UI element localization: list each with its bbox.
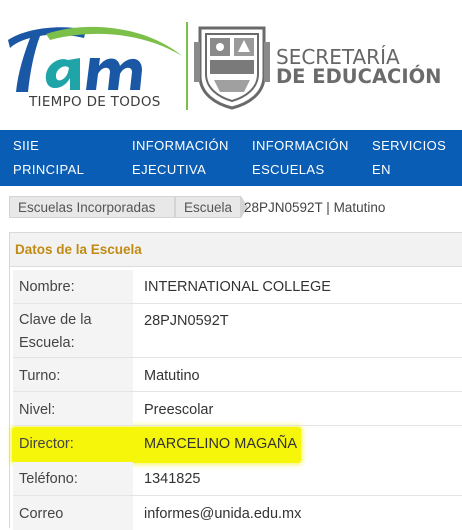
breadcrumb-escuelas-incorporadas[interactable]: Escuelas Incorporadas xyxy=(9,196,175,218)
row-label: Nombre: xyxy=(19,279,75,295)
site-header: TIEMPO DE TODOS SECRETARÍA DE EDUCACIÓN xyxy=(0,0,462,130)
table-row: Director: MARCELINO MAGAÑA xyxy=(10,426,462,460)
nav-item-servicios-en-linea[interactable]: SERVICIOS EN LÍNEA xyxy=(372,134,462,206)
department-subtitle: DE EDUCACIÓN xyxy=(276,65,442,88)
table-row: Nivel: Preescolar xyxy=(10,392,462,426)
nav-item-label: ESCUELAS xyxy=(252,162,325,177)
table-row: Clave de la Escuela: 28PJN0592T xyxy=(10,304,462,358)
row-label: Correo xyxy=(19,506,64,522)
row-label: Clave de la xyxy=(19,312,92,328)
row-value[interactable]: informes@unida.edu.mx xyxy=(144,503,301,526)
row-label: Turno: xyxy=(19,368,61,384)
row-label: Teléfono: xyxy=(19,471,78,487)
panel-title: Datos de la Escuela xyxy=(15,242,142,257)
panel-header: Datos de la Escuela xyxy=(10,233,462,267)
main-nav: SIIE PRINCIPAL INFORMACIÓN EJECUTIVA INF… xyxy=(0,130,462,201)
nav-item-label: SERVICIOS EN xyxy=(372,138,447,177)
table-row: Correo informes@unida.edu.mx xyxy=(10,496,462,530)
row-label: Director: xyxy=(19,436,74,452)
nav-item-informacion-escuelas[interactable]: INFORMACIÓN ESCUELAS xyxy=(252,134,349,182)
nav-item-label: INFORMACIÓN xyxy=(252,138,349,153)
row-value: 28PJN0592T xyxy=(144,313,229,329)
brand-tagline: TIEMPO DE TODOS xyxy=(29,94,161,110)
table-row: Turno: Matutino xyxy=(10,358,462,392)
row-value: INTERNATIONAL COLLEGE xyxy=(144,279,331,295)
breadcrumb-current: 28PJN0592T | Matutino xyxy=(244,200,386,215)
nav-item-label: INFORMACIÓN xyxy=(132,138,229,153)
table-row: Teléfono: 1341825 xyxy=(10,462,462,496)
school-data-panel: Datos de la Escuela Nombre: INTERNATIONA… xyxy=(9,232,462,530)
row-value: Matutino xyxy=(144,368,200,384)
tam-logo[interactable]: TIEMPO DE TODOS xyxy=(6,16,184,116)
row-value: MARCELINO MAGAÑA xyxy=(144,436,298,452)
row-label: Nivel: xyxy=(19,402,56,418)
nav-item-label: LÍNEA xyxy=(372,186,412,201)
nav-item-label: SIIE xyxy=(13,138,40,153)
breadcrumb-escuela[interactable]: Escuela xyxy=(175,196,241,218)
row-label: Escuela: xyxy=(19,335,75,351)
nav-item-label: PRINCIPAL xyxy=(13,162,85,177)
tam-wordmark-icon xyxy=(8,26,182,93)
row-value: Preescolar xyxy=(144,402,214,418)
logo-divider xyxy=(186,22,188,110)
table-row: Nombre: INTERNATIONAL COLLEGE xyxy=(10,270,462,304)
nav-item-label: EJECUTIVA xyxy=(132,162,207,177)
nav-item-siie-principal[interactable]: SIIE PRINCIPAL xyxy=(13,134,84,182)
state-seal-icon xyxy=(194,26,270,110)
nav-item-informacion-ejecutiva[interactable]: INFORMACIÓN EJECUTIVA xyxy=(132,134,229,182)
row-value: 1341825 xyxy=(144,471,201,487)
